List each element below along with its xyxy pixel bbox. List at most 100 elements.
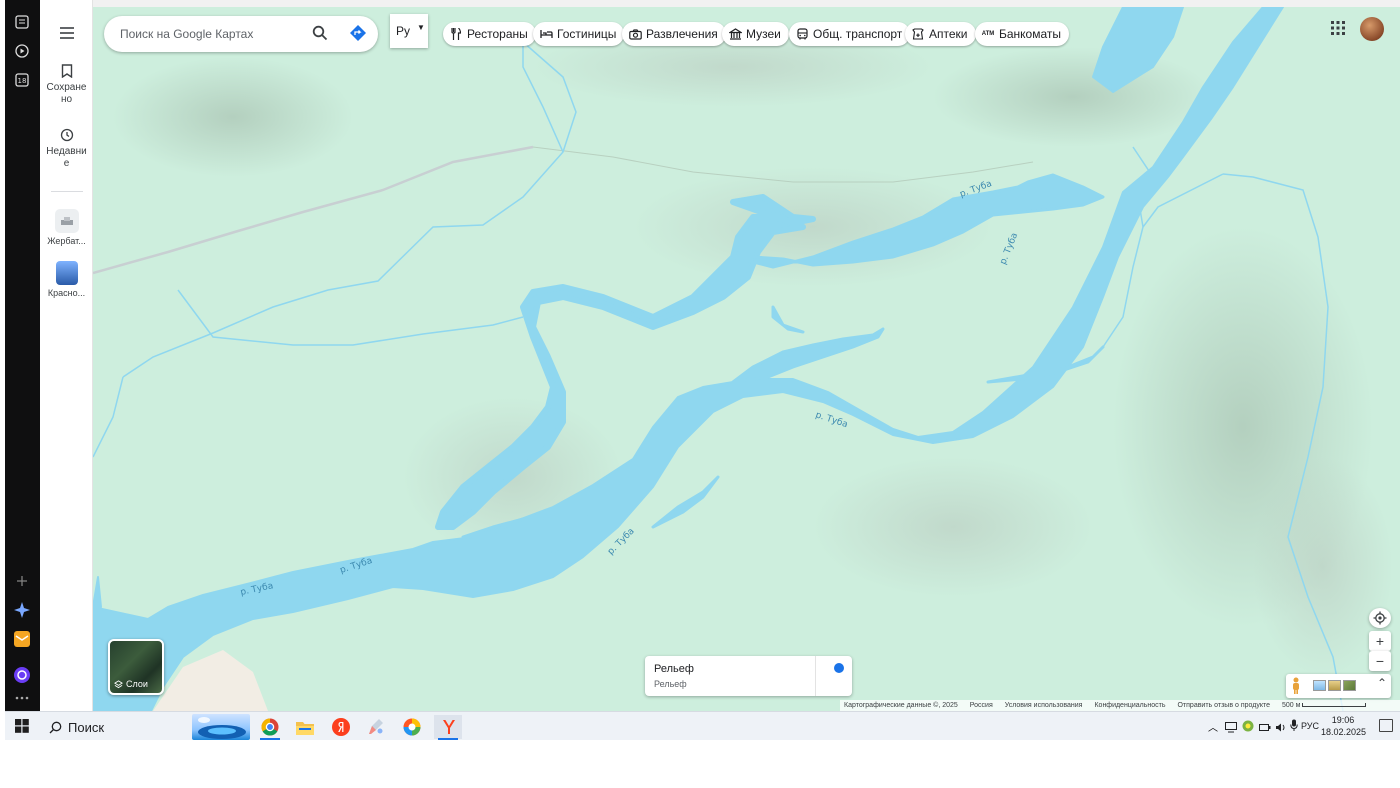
bus-icon <box>795 27 809 41</box>
river-label: р. Туба <box>814 410 849 430</box>
chip-label: Аптеки <box>929 27 968 41</box>
chip-hotels[interactable]: Гостиницы <box>533 22 625 46</box>
search-icon[interactable] <box>312 25 330 43</box>
weather-widget[interactable] <box>192 714 250 740</box>
play-icon[interactable] <box>13 42 31 60</box>
attribution-privacy[interactable]: Конфиденциальность <box>1094 702 1165 709</box>
avatar[interactable] <box>1360 17 1384 41</box>
windows-start-icon[interactable] <box>15 719 29 733</box>
street-view-thumb-icon[interactable] <box>1313 680 1326 691</box>
news-icon[interactable] <box>13 13 31 31</box>
bed-icon <box>539 27 553 41</box>
layers-icon <box>114 679 123 688</box>
terrain-thumb-icon[interactable] <box>1328 680 1341 691</box>
crosshair-icon <box>1373 611 1387 625</box>
language-select[interactable]: Ру ▼ <box>390 14 428 48</box>
history-icon <box>60 128 73 142</box>
recent-item-0[interactable]: Жербат... <box>40 209 93 247</box>
taskbar-chrome[interactable] <box>256 715 284 740</box>
directions-icon[interactable] <box>350 25 368 43</box>
battery-icon[interactable] <box>1259 720 1271 738</box>
recent-item-1[interactable]: Красно... <box>40 261 93 299</box>
chevron-down-icon: ▼ <box>417 23 425 32</box>
taskbar-explorer[interactable] <box>291 715 319 739</box>
menu-button[interactable] <box>40 26 93 44</box>
expand-icon[interactable]: ⌃ <box>1377 676 1387 690</box>
taskbar-search-input[interactable] <box>68 719 178 735</box>
fork-knife-icon <box>449 27 463 41</box>
scale-indicator[interactable]: 500 м <box>1282 702 1367 709</box>
recent-label: Недавние <box>46 146 87 169</box>
yandex-browser-icon <box>443 720 455 734</box>
yandex-icon <box>332 718 350 736</box>
relief-card[interactable]: Рельеф Рельеф <box>645 656 852 696</box>
chip-transit[interactable]: Общ. транспорт <box>789 22 911 46</box>
microphone-icon[interactable] <box>1290 719 1298 737</box>
attribution-bar: Картографические данные ©, 2025 Россия У… <box>840 700 1400 711</box>
svg-text:18: 18 <box>18 77 27 85</box>
sparkle-icon[interactable] <box>13 601 31 619</box>
my-location-button[interactable] <box>1369 608 1391 628</box>
chip-museums[interactable]: Музеи <box>722 22 789 46</box>
zoom-out-button[interactable]: − <box>1369 651 1391 671</box>
mail-icon[interactable] <box>13 630 31 648</box>
app-tray-icon[interactable] <box>1242 719 1254 737</box>
map-canvas[interactable]: р. Туба р. Туба р. Туба р. Туба р. Туба … <box>93 7 1400 711</box>
camera-icon <box>628 27 642 41</box>
pegman-icon[interactable] <box>1291 677 1301 700</box>
chip-label: Общ. транспорт <box>813 27 903 41</box>
relief-separator <box>815 656 816 696</box>
taskbar-paint[interactable] <box>362 715 390 739</box>
add-icon[interactable] <box>13 572 31 590</box>
saved-label: Сохранено <box>46 82 87 105</box>
chip-label: Музеи <box>746 27 781 41</box>
clock[interactable]: 19:06 18.02.2025 <box>1321 714 1367 738</box>
browser-sidebar: 18 <box>5 0 40 711</box>
pharmacy-icon <box>911 27 925 41</box>
chip-label: Рестораны <box>467 27 528 41</box>
chevron-up-icon[interactable]: ︿ <box>1208 719 1218 734</box>
chip-label: Гостиницы <box>557 27 617 41</box>
sound-icon[interactable] <box>1275 720 1286 738</box>
relief-subtitle: Рельеф <box>654 679 687 689</box>
clock-time: 19:06 <box>1331 715 1355 725</box>
relief-toggle[interactable] <box>834 663 844 673</box>
input-language[interactable]: РУС <box>1301 721 1319 731</box>
taskbar-yandex[interactable] <box>327 715 355 739</box>
museum-icon <box>728 27 742 41</box>
network-icon[interactable] <box>1225 720 1237 738</box>
chip-pharmacies[interactable]: Аптеки <box>905 22 976 46</box>
age-rating-icon[interactable]: 18 <box>13 71 31 89</box>
taskbar-yandex-browser[interactable] <box>434 715 462 740</box>
zoom-out-label: − <box>1375 653 1385 669</box>
layers-button[interactable]: Слои <box>108 639 164 695</box>
terrain-map: р. Туба р. Туба р. Туба р. Туба р. Туба … <box>93 7 1393 711</box>
place-thumbnail <box>55 261 78 285</box>
alice-icon[interactable] <box>13 666 31 684</box>
map-tools-bar: ⌃ <box>1286 674 1391 698</box>
browser-top-strip <box>93 0 1400 7</box>
recent-item-label: Жербат... <box>47 236 86 246</box>
satellite-thumb-icon[interactable] <box>1343 680 1356 691</box>
zoom-in-label: + <box>1375 633 1385 649</box>
language-value: Ру <box>396 24 411 38</box>
chip-entertainment[interactable]: Развлечения <box>622 22 726 46</box>
recent-item-label: Красно... <box>47 288 86 298</box>
recent-button[interactable]: Недавние <box>40 128 93 170</box>
screen: 18 Сохранено Недавние Жербат... Красно..… <box>0 0 1400 788</box>
search-input[interactable] <box>120 16 300 52</box>
saved-button[interactable]: Сохранено <box>40 64 93 106</box>
search-icon <box>49 721 62 733</box>
taskbar-color-app[interactable] <box>398 715 426 739</box>
chip-atms[interactable]: ATM Банкоматы <box>975 22 1070 46</box>
apps-grid-icon[interactable] <box>1331 21 1347 37</box>
clock-date: 18.02.2025 <box>1321 727 1367 737</box>
more-icon[interactable] <box>13 689 31 707</box>
attribution-country[interactable]: Россия <box>970 702 993 709</box>
attribution-feedback[interactable]: Отправить отзыв о продукте <box>1177 702 1270 709</box>
attribution-terms[interactable]: Условия использования <box>1005 702 1083 709</box>
zoom-in-button[interactable]: + <box>1369 631 1391 651</box>
chip-label: Развлечения <box>646 27 718 41</box>
notification-icon[interactable] <box>1379 719 1393 732</box>
chip-restaurants[interactable]: Рестораны <box>443 22 536 46</box>
